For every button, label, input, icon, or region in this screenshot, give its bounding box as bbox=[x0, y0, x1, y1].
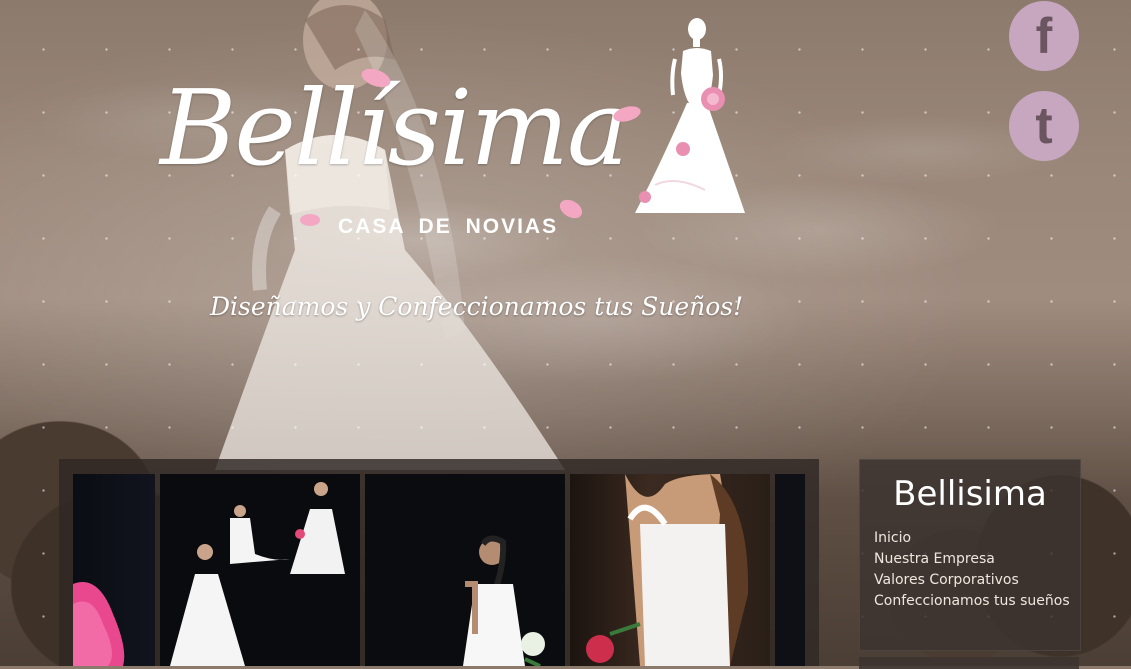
menu-item-nuestra-empresa[interactable]: Nuestra Empresa bbox=[874, 549, 1070, 570]
gallery-strip bbox=[73, 474, 805, 666]
tagline: Diseñamos y Confeccionamos tus Sueños! bbox=[210, 292, 744, 321]
sidebar-panel-lower bbox=[859, 657, 1079, 669]
petal-decoration bbox=[613, 106, 641, 122]
gallery-photo[interactable] bbox=[160, 474, 360, 666]
menu-item-confeccionamos[interactable]: Confeccionamos tus sueños bbox=[874, 591, 1070, 612]
logo-script-text: Bellísima bbox=[160, 67, 629, 189]
twitter-icon[interactable]: t bbox=[1009, 91, 1079, 161]
photo-gallery bbox=[59, 459, 819, 666]
pink-dress-image bbox=[73, 582, 125, 666]
twitter-glyph: t bbox=[1035, 97, 1053, 155]
gallery-photo[interactable] bbox=[365, 474, 565, 666]
gallery-photo[interactable] bbox=[73, 474, 155, 666]
gallery-photo[interactable] bbox=[570, 474, 770, 666]
bride-closeup-image bbox=[586, 474, 749, 666]
sidebar-panel: Bellisima Inicio Nuestra Empresa Valores… bbox=[859, 459, 1081, 651]
petal-decoration bbox=[559, 199, 583, 219]
sidebar-menu: Inicio Nuestra Empresa Valores Corporati… bbox=[874, 528, 1070, 612]
sidebar-title: Bellisima bbox=[893, 474, 1047, 514]
bride-photo-image bbox=[365, 474, 565, 666]
petal-decoration bbox=[361, 68, 391, 88]
facebook-glyph: f bbox=[1035, 8, 1053, 64]
gallery-photo[interactable] bbox=[775, 474, 805, 666]
menu-item-inicio[interactable]: Inicio bbox=[874, 528, 1070, 549]
petal-decoration bbox=[300, 214, 320, 226]
menu-item-valores-corporativos[interactable]: Valores Corporativos bbox=[874, 570, 1070, 591]
bride-photo-image bbox=[160, 474, 360, 666]
logo-subtitle: CASA DE NOVIAS bbox=[338, 215, 559, 238]
facebook-icon[interactable]: f bbox=[1009, 1, 1079, 71]
